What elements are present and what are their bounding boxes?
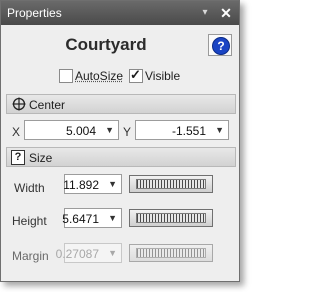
pin-icon[interactable]: ▾ — [199, 7, 211, 19]
object-title: Courtyard — [65, 35, 147, 54]
x-value: 5.004 — [65, 124, 96, 138]
chevron-down-icon[interactable]: ▼ — [105, 125, 114, 135]
margin-value: 0.27087 — [55, 247, 99, 261]
autosize-label: AutoSize — [75, 69, 124, 83]
y-value: -1.551 — [171, 124, 206, 138]
close-icon[interactable]: ✕ — [219, 5, 233, 21]
size-section-label: Size — [29, 151, 53, 165]
question-box-icon: ? — [11, 150, 25, 165]
help-icon: ? — [212, 37, 230, 55]
help-button[interactable]: ? — [208, 34, 232, 56]
height-input[interactable]: 5.6471 ▼ — [62, 208, 122, 228]
chevron-down-icon[interactable]: ▼ — [215, 125, 224, 135]
width-label: Width — [14, 181, 45, 195]
height-value: 5.6471 — [62, 212, 99, 226]
chevron-down-icon[interactable]: ▼ — [108, 213, 117, 223]
margin-label: Margin — [12, 249, 49, 263]
chevron-down-icon[interactable]: ▼ — [108, 179, 117, 189]
jog-wheel-icon — [136, 179, 206, 189]
height-jog-wheel[interactable] — [129, 209, 213, 227]
x-input[interactable]: 5.004 ▼ — [24, 120, 119, 140]
title-bar[interactable]: Properties ▾ ✕ — [1, 1, 239, 25]
x-label: X — [12, 125, 21, 139]
properties-panel: Properties ▾ ✕ Courtyard ? AutoSize ✓ Vi… — [0, 0, 240, 282]
width-value: 11.892 — [63, 178, 99, 192]
center-section-header[interactable]: Center — [6, 94, 236, 114]
visible-box[interactable]: ✓ — [129, 67, 143, 83]
jog-wheel-icon — [136, 213, 206, 223]
checkmark-icon: ✓ — [130, 67, 141, 82]
width-jog-wheel[interactable] — [129, 175, 213, 193]
size-section-header[interactable]: ? Size — [6, 147, 236, 167]
chevron-down-icon: ▼ — [108, 248, 117, 258]
center-section-label: Center — [29, 98, 66, 112]
y-label: Y — [123, 125, 132, 139]
margin-input: 0.27087 ▼ — [56, 243, 122, 263]
window-title: Properties — [7, 6, 62, 20]
jog-wheel-icon — [136, 248, 206, 258]
y-input[interactable]: -1.551 ▼ — [135, 120, 229, 140]
width-input[interactable]: 11.892 ▼ — [63, 174, 122, 194]
margin-jog-wheel — [129, 244, 213, 262]
crosshair-icon — [12, 97, 26, 111]
autosize-box[interactable] — [59, 69, 73, 83]
height-label: Height — [12, 214, 47, 228]
visible-label: Visible — [145, 69, 181, 83]
